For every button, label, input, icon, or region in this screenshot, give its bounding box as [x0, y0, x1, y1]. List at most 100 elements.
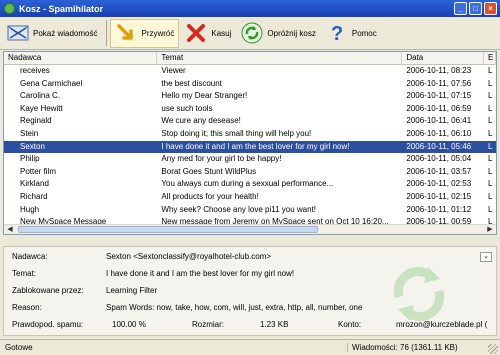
cell-subject: All products for your health!: [161, 191, 259, 201]
detail-blocked-row: Zablokowane przez: Learning Filter: [4, 286, 496, 300]
table-row[interactable]: Richard All products for your health! 2006…: [4, 191, 496, 204]
cell-sender: Sexton: [20, 141, 45, 151]
table-row[interactable]: Sexton I have done it and I am the best l…: [4, 140, 496, 154]
show-message-label: Pokaż wiadomość: [33, 28, 98, 38]
svg-text:?: ?: [331, 23, 343, 44]
cell-subject: Any med for your girl to be happy!: [161, 154, 282, 164]
scroll-left-icon[interactable]: ◀: [6, 226, 14, 234]
detail-account-label: Konto:: [338, 320, 362, 329]
detail-reason-row: Reason: Spam Words: now, take, how, com,…: [4, 303, 496, 317]
scrollbar-thumb[interactable]: [18, 226, 318, 233]
message-list[interactable]: Nadawca Temat Data E receives Viewer 2006-…: [3, 51, 497, 235]
detail-blocked-value: Learning Filter: [106, 286, 158, 295]
close-button[interactable]: ×: [484, 2, 497, 15]
cell-extra: L: [488, 141, 493, 151]
cell-subject: We cure any desease!: [161, 116, 241, 126]
restore-arrow-icon: [115, 22, 137, 44]
window-controls: _ □ ×: [454, 2, 497, 15]
cell-subject: Hello my Dear Stranger!: [161, 91, 248, 101]
cell-extra: L: [488, 78, 493, 88]
delete-x-icon: [185, 22, 207, 44]
table-row[interactable]: Reginald We cure any desease! 2006-10-11, …: [4, 115, 496, 128]
table-row[interactable]: receives Viewer 2006-10-11, 08:23 L: [4, 65, 496, 78]
cell-date: 2006-10-11, 06:41: [406, 116, 472, 126]
cell-date: 2006-10-11, 06:10: [406, 128, 472, 138]
minimize-button[interactable]: _: [454, 2, 467, 15]
detail-prob-value: 100.00 %: [112, 320, 146, 329]
delete-label: Kasuj: [211, 28, 232, 38]
empty-trash-button[interactable]: Opróżnij kosz: [237, 19, 319, 48]
cell-date: 2006-10-11, 05:04: [406, 154, 472, 164]
cell-extra: L: [488, 103, 493, 113]
cell-extra: L: [488, 204, 493, 214]
table-row[interactable]: Stein Stop doing it; this small thing wil…: [4, 128, 496, 141]
cell-sender: Philip: [20, 154, 40, 164]
scroll-right-icon[interactable]: ▶: [486, 226, 494, 234]
table-row[interactable]: Kirkland You always cum during a sexxual …: [4, 178, 496, 191]
detail-prob-label: Prawdopod. spamu:: [12, 320, 84, 329]
message-rows: receives Viewer 2006-10-11, 08:23 L Gena Car…: [4, 65, 496, 229]
detail-subject-value: I have done it and I am the best lover f…: [106, 269, 295, 278]
detail-account-value: mrozon@kurczeblade.pl (: [396, 320, 488, 329]
cell-sender: Hugh: [20, 204, 40, 214]
cell-extra: L: [488, 66, 493, 75]
horizontal-scrollbar[interactable]: ◀ ▶: [4, 224, 496, 234]
column-header-sender[interactable]: Nadawca: [4, 52, 158, 65]
cell-sender: receives: [20, 66, 50, 75]
resize-grip-icon[interactable]: [488, 344, 498, 354]
cell-extra: L: [488, 191, 493, 201]
column-header-extra[interactable]: E: [484, 52, 496, 65]
cell-extra: L: [488, 116, 493, 126]
detail-subject-row: Temat: I have done it and I am the best …: [4, 269, 496, 283]
status-text: Gotowe: [5, 343, 33, 352]
show-message-button[interactable]: Pokaż wiadomość: [3, 19, 101, 48]
delete-button[interactable]: Kasuj: [181, 19, 235, 48]
cell-subject: Viewer: [161, 66, 186, 75]
table-row[interactable]: Philip Any med for your girl to be happy!…: [4, 153, 496, 166]
cell-extra: L: [488, 91, 493, 101]
cell-date: 2006-10-11, 08:23: [406, 66, 472, 75]
cell-date: 2006-10-11, 01:12: [406, 204, 472, 214]
cell-subject: Borat Goes Stunt WildPlus: [161, 166, 257, 176]
envelope-icon: [7, 22, 29, 44]
cell-date: 2006-10-11, 02:15: [406, 191, 472, 201]
restore-button[interactable]: Przywróć: [110, 18, 180, 48]
cell-extra: L: [488, 166, 493, 176]
cell-subject: You always cum during a sexxual performa…: [161, 179, 334, 189]
cell-sender: Kirkland: [20, 179, 49, 189]
table-row[interactable]: Gena Carmichael the best discount 2006-10-…: [4, 78, 496, 91]
cell-sender: Carolina C.: [20, 91, 61, 101]
help-button[interactable]: ? Pomoc: [322, 19, 381, 48]
help-question-icon: ?: [326, 22, 348, 44]
toolbar-separator: [106, 20, 108, 46]
column-header-date[interactable]: Data: [402, 52, 485, 65]
detail-size-value: 1.23 KB: [260, 320, 289, 329]
help-label: Pomoc: [351, 28, 377, 38]
table-row[interactable]: Carolina C. Hello my Dear Stranger! 2006-1…: [4, 90, 496, 103]
message-count: Wiadomości: 76 (1361.11 KB): [347, 343, 467, 352]
empty-trash-label: Opróżnij kosz: [267, 28, 316, 38]
details-panel: ⌄ Nadawca: Sexton <Sextonclassify@royalh…: [3, 246, 497, 336]
table-row[interactable]: Kaye Hewitt use such tools 2006-10-11, 06:…: [4, 103, 496, 116]
table-row[interactable]: Potter film Borat Goes Stunt WildPlus 2006…: [4, 166, 496, 179]
cell-subject: the best discount: [161, 78, 222, 88]
detail-blocked-label: Zablokowane przez:: [12, 286, 84, 295]
detail-sender-value: Sexton <Sextonclassify@royalhotel-club.c…: [106, 252, 272, 261]
cell-date: 2006-10-11, 02:53: [406, 179, 472, 189]
detail-reason-label: Reason:: [12, 303, 42, 312]
cell-sender: Kaye Hewitt: [20, 103, 63, 113]
column-header-subject[interactable]: Temat: [157, 52, 403, 65]
cell-sender: Potter film: [20, 166, 57, 176]
cell-subject: I have done it and I am the best lover f…: [161, 141, 350, 151]
cell-sender: Richard: [20, 191, 48, 201]
window-title: Kosz - Spamihilator: [19, 3, 104, 14]
cell-sender: Stein: [20, 128, 39, 138]
detail-size-label: Rozmiar:: [192, 320, 225, 329]
cell-subject: Stop doing it; this small thing will hel…: [161, 128, 312, 138]
table-row[interactable]: Hugh Why seek? Choose any love pi11 you w…: [4, 204, 496, 217]
maximize-button[interactable]: □: [469, 2, 482, 15]
list-header: Nadawca Temat Data E: [4, 52, 496, 65]
cell-date: 2006-10-11, 03:57: [406, 166, 472, 176]
cell-sender: Reginald: [20, 116, 52, 126]
cell-subject: use such tools: [161, 103, 213, 113]
